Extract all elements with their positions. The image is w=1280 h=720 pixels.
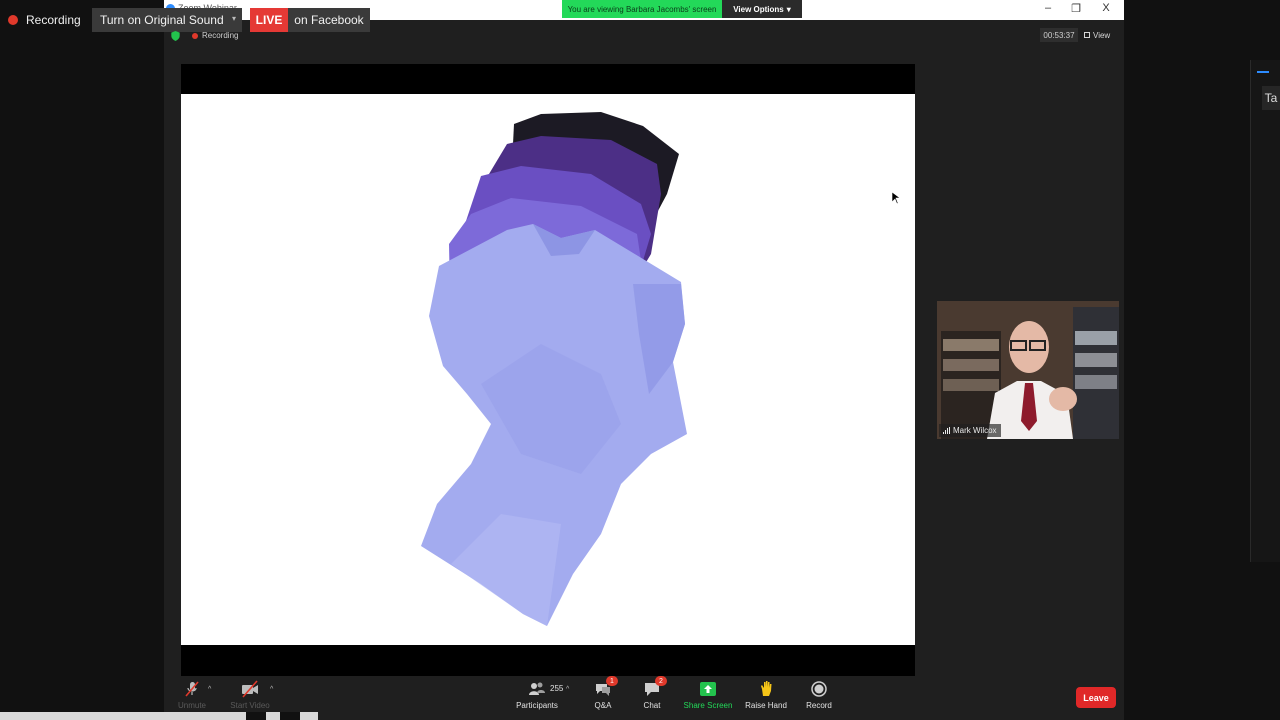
minimize-button[interactable]: –: [1036, 2, 1060, 14]
side-panel-edge: [1250, 60, 1280, 562]
facebook-live-button[interactable]: on Facebook: [288, 8, 370, 32]
chevron-down-icon: ▾: [786, 4, 791, 14]
close-button[interactable]: X: [1094, 2, 1118, 14]
unmute-label: Unmute: [177, 701, 206, 710]
view-label: View: [1093, 30, 1111, 40]
video-options-caret-icon[interactable]: ^: [270, 686, 273, 693]
record-label: Record: [806, 701, 832, 710]
stacked-tshirts-image: [421, 112, 687, 626]
people-icon: [529, 682, 545, 695]
leave-button[interactable]: Leave: [1076, 687, 1116, 708]
meeting-timer: 00:53:37: [1040, 28, 1078, 42]
participants-icon: 255: [528, 680, 563, 698]
participants-label: Participants: [516, 701, 558, 710]
qa-label: Q&A: [594, 701, 612, 710]
chat-badge: 2: [655, 676, 667, 686]
view-options-label: View Options: [733, 4, 784, 14]
recording-indicator: Recording: [8, 8, 81, 32]
participant-video-tile[interactable]: [937, 301, 1119, 439]
audio-options-caret-icon[interactable]: ^: [208, 686, 211, 693]
presentation-slide: [181, 94, 915, 645]
start-video-button[interactable]: Start Video: [220, 680, 280, 710]
share-screen-label: Share Screen: [683, 701, 733, 710]
viewing-screen-banner: You are viewing Barbara Jacombs' screen: [562, 0, 722, 18]
signal-strength-icon: [943, 427, 950, 434]
original-sound-button[interactable]: Turn on Original Sound ▾: [92, 8, 242, 32]
video-off-icon: [242, 680, 258, 698]
chat-icon-wrap: 2: [643, 676, 667, 698]
qa-badge: 1: [606, 676, 618, 686]
view-button[interactable]: View: [1084, 28, 1110, 42]
recording-label: Recording: [26, 13, 81, 27]
chat-label: Chat: [643, 701, 661, 710]
zoom-recording-indicator: Recording: [192, 31, 238, 40]
chevron-down-icon: ▾: [231, 14, 236, 23]
participants-button[interactable]: 255 Participants: [507, 680, 567, 710]
taskbar-window-icon[interactable]: [246, 712, 266, 720]
shield-icon: [171, 31, 180, 41]
side-panel-tab[interactable]: Ta: [1262, 86, 1280, 110]
chat-button[interactable]: 2 Chat: [622, 676, 682, 710]
qa-icon-wrap: 1: [594, 676, 618, 698]
view-options-button[interactable]: View Options ▾: [722, 0, 802, 18]
webcam-feed-image: [937, 301, 1119, 439]
participant-name-text: Mark Wilcox: [953, 426, 997, 435]
muted-microphone-icon: [185, 681, 199, 697]
raise-hand-label: Raise Hand: [745, 701, 787, 710]
taskbar-close-icon[interactable]: [280, 712, 300, 720]
taskbar-fragment: [0, 712, 318, 720]
participant-name-label: Mark Wilcox: [939, 424, 1001, 437]
participants-count: 255: [550, 684, 564, 693]
restore-button[interactable]: ❐: [1064, 2, 1088, 15]
unmute-button[interactable]: Unmute: [162, 680, 222, 710]
record-button[interactable]: Record: [789, 680, 849, 710]
raised-hand-icon: [761, 681, 772, 696]
grid-view-icon: [1084, 32, 1090, 38]
live-badge: LIVE: [250, 8, 288, 32]
mouse-cursor-icon: [892, 192, 900, 204]
record-dot-icon: [8, 15, 18, 25]
start-video-label: Start Video: [230, 701, 270, 710]
share-screen-button[interactable]: Share Screen: [678, 680, 738, 710]
share-screen-icon: [700, 682, 716, 696]
zoom-recording-label: Recording: [202, 31, 239, 40]
panel-minimize-icon[interactable]: [1257, 71, 1269, 73]
raise-hand-button[interactable]: Raise Hand: [736, 680, 796, 710]
record-icon: [811, 681, 827, 697]
original-sound-label: Turn on Original Sound: [100, 13, 224, 27]
record-dot-icon: [192, 32, 198, 39]
participants-caret-icon[interactable]: ^: [566, 686, 569, 693]
